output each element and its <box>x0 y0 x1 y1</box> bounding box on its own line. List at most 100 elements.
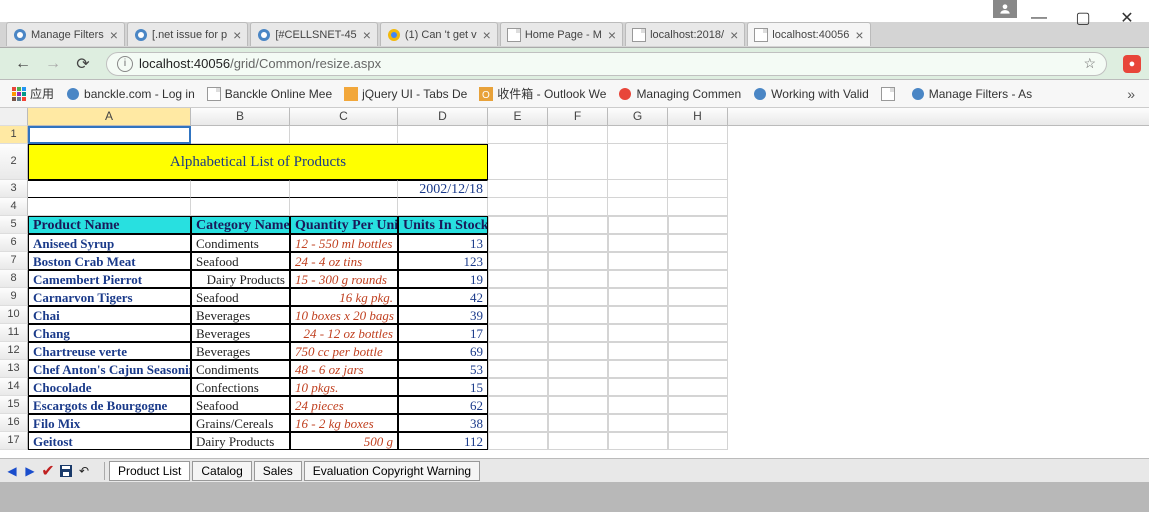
row-header-3[interactable]: 3 <box>0 180 28 198</box>
apps-button[interactable]: 应用 <box>6 85 60 102</box>
bookmark-banckle[interactable]: banckle.com - Log in <box>60 87 201 101</box>
cell[interactable]: 62 <box>398 396 488 414</box>
cell[interactable] <box>668 288 728 306</box>
cell[interactable] <box>548 432 608 450</box>
cell[interactable] <box>668 270 728 288</box>
cell[interactable] <box>548 234 608 252</box>
cell[interactable] <box>608 324 668 342</box>
sheet-nav-next[interactable]: ▶ <box>22 463 38 479</box>
cell[interactable] <box>668 414 728 432</box>
col-header-e[interactable]: E <box>488 108 548 125</box>
cell[interactable]: 12 - 550 ml bottles <box>290 234 398 252</box>
cell[interactable] <box>488 270 548 288</box>
col-header-d[interactable]: D <box>398 108 488 125</box>
commit-icon[interactable]: ✔ <box>40 463 56 479</box>
cell[interactable] <box>548 252 608 270</box>
tab-cellsnet[interactable]: [#CELLSNET-45 × <box>250 22 378 46</box>
cell[interactable] <box>608 288 668 306</box>
cell[interactable] <box>488 234 548 252</box>
cell[interactable] <box>191 180 290 198</box>
cell[interactable] <box>28 198 191 216</box>
cell[interactable] <box>290 126 398 144</box>
header-cell[interactable]: Product Name <box>28 216 191 234</box>
tab-localhost-40056[interactable]: localhost:40056 × <box>747 22 870 46</box>
cell[interactable] <box>668 180 728 198</box>
user-profile-badge[interactable] <box>993 0 1017 18</box>
cell[interactable] <box>608 414 668 432</box>
bookmark-disqus[interactable]: Managing Commen <box>612 87 747 101</box>
cell[interactable]: 112 <box>398 432 488 450</box>
tab-home-page[interactable]: Home Page - M × <box>500 22 623 46</box>
header-cell[interactable]: Quantity Per Uni <box>290 216 398 234</box>
cell[interactable]: 17 <box>398 324 488 342</box>
cell[interactable]: Filo Mix <box>28 414 191 432</box>
cell[interactable] <box>548 396 608 414</box>
cell[interactable]: 24 pieces <box>290 396 398 414</box>
cell[interactable] <box>608 216 668 234</box>
cell[interactable] <box>668 306 728 324</box>
row-header-12[interactable]: 12 <box>0 342 28 360</box>
cell[interactable] <box>668 324 728 342</box>
col-header-a[interactable]: A <box>28 108 191 125</box>
bookmark-outlook[interactable]: O 收件箱 - Outlook We <box>473 85 612 102</box>
col-header-g[interactable]: G <box>608 108 668 125</box>
cell[interactable] <box>668 432 728 450</box>
cell[interactable] <box>488 360 548 378</box>
close-icon[interactable]: × <box>855 27 863 43</box>
site-info-icon[interactable]: i <box>117 56 133 72</box>
row-header-1[interactable]: 1 <box>0 126 28 144</box>
cell[interactable]: Dairy Products <box>191 270 290 288</box>
url-field[interactable]: i localhost:40056/grid/Common/resize.asp… <box>106 52 1107 76</box>
cell[interactable]: 15 <box>398 378 488 396</box>
row-header-16[interactable]: 16 <box>0 414 28 432</box>
row-header-2[interactable]: 2 <box>0 144 28 180</box>
cell[interactable] <box>548 306 608 324</box>
cell[interactable] <box>191 198 290 216</box>
cell[interactable] <box>668 252 728 270</box>
cell[interactable] <box>548 288 608 306</box>
cell[interactable] <box>668 378 728 396</box>
cell[interactable]: Camembert Pierrot <box>28 270 191 288</box>
bookmark-jquery[interactable]: jQuery UI - Tabs De <box>338 87 473 101</box>
back-button[interactable]: ← <box>12 53 34 75</box>
row-header-4[interactable]: 4 <box>0 198 28 216</box>
cell[interactable] <box>488 198 548 216</box>
cell[interactable]: Seafood <box>191 252 290 270</box>
cell[interactable]: 15 - 300 g rounds <box>290 270 398 288</box>
cell[interactable] <box>488 144 548 180</box>
row-header-11[interactable]: 11 <box>0 324 28 342</box>
cell[interactable] <box>608 234 668 252</box>
cell[interactable]: 24 - 12 oz bottles <box>290 324 398 342</box>
active-cell[interactable] <box>28 126 191 144</box>
sheet-nav-prev[interactable]: ◀ <box>4 463 20 479</box>
bookmark-working-valid[interactable]: Working with Valid <box>747 87 875 101</box>
cell[interactable]: 10 pkgs. <box>290 378 398 396</box>
title-cell[interactable]: Alphabetical List of Products <box>28 144 488 180</box>
cell[interactable] <box>608 126 668 144</box>
cell[interactable]: Aniseed Syrup <box>28 234 191 252</box>
cell[interactable] <box>488 180 548 198</box>
save-icon[interactable] <box>58 463 74 479</box>
cell[interactable]: Chocolade <box>28 378 191 396</box>
cell[interactable]: 38 <box>398 414 488 432</box>
cell[interactable]: Seafood <box>191 396 290 414</box>
cell[interactable]: Beverages <box>191 342 290 360</box>
row-header-8[interactable]: 8 <box>0 270 28 288</box>
cell[interactable] <box>608 198 668 216</box>
cell[interactable] <box>548 198 608 216</box>
cell[interactable] <box>488 306 548 324</box>
cell[interactable] <box>488 414 548 432</box>
close-icon[interactable]: × <box>730 27 738 43</box>
cell[interactable] <box>548 270 608 288</box>
row-header-13[interactable]: 13 <box>0 360 28 378</box>
cell[interactable] <box>290 180 398 198</box>
cell[interactable] <box>608 342 668 360</box>
cell[interactable]: Beverages <box>191 324 290 342</box>
cell[interactable] <box>608 432 668 450</box>
close-icon[interactable]: × <box>233 27 241 43</box>
cell[interactable]: Condiments <box>191 234 290 252</box>
row-header-14[interactable]: 14 <box>0 378 28 396</box>
cell[interactable] <box>668 126 728 144</box>
minimize-button[interactable]: — <box>1029 8 1049 28</box>
cell[interactable] <box>488 342 548 360</box>
